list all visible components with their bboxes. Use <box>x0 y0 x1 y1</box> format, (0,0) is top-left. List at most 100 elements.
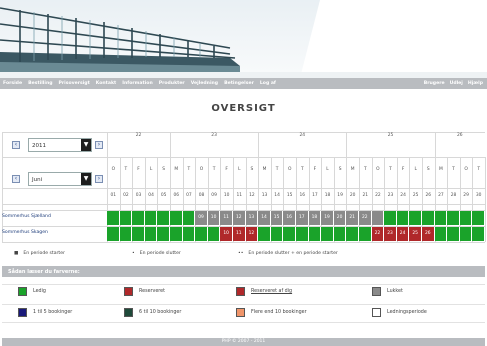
calendar-day-cell[interactable] <box>132 227 145 241</box>
cell-date: 19 <box>324 215 330 220</box>
calendar-day-cell[interactable] <box>371 211 385 225</box>
header-banner <box>0 0 487 78</box>
date-label: 15 <box>286 193 293 198</box>
nav-item[interactable]: Vejledning <box>191 81 218 86</box>
calendar-day-cell[interactable] <box>119 211 133 225</box>
calendar-day-cell[interactable] <box>396 211 410 225</box>
calendar-day-cell[interactable] <box>434 211 448 225</box>
cell-date: 17 <box>299 215 305 220</box>
calendar-day-cell[interactable] <box>270 227 284 241</box>
nav-item[interactable]: Produkter <box>159 81 185 86</box>
calendar-day-cell[interactable] <box>107 211 120 225</box>
key-divider <box>2 304 485 305</box>
calendar-day-cell[interactable]: 22 <box>371 227 385 241</box>
prev-year-button[interactable]: ‹ <box>12 141 20 149</box>
calendar-day-cell[interactable] <box>472 211 485 225</box>
calendar-day-cell[interactable] <box>182 227 196 241</box>
nav-item[interactable]: Hjælp <box>468 81 483 86</box>
date-label: 20 <box>349 193 356 198</box>
calendar-day-cell[interactable]: 25 <box>409 227 422 241</box>
calendar-day-cell[interactable]: 10 <box>220 227 233 241</box>
calendar-day-cell[interactable] <box>144 227 158 241</box>
calendar-day-cell[interactable] <box>359 227 372 241</box>
calendar-day-cell[interactable] <box>283 227 296 241</box>
nav-item[interactable]: Brugere <box>424 81 445 86</box>
week-number: 26 <box>457 133 463 138</box>
calendar-day-cell[interactable] <box>384 211 397 225</box>
calendar-day-cell[interactable]: 13 <box>245 211 259 225</box>
calendar-day-cell[interactable] <box>308 227 322 241</box>
grid-line <box>2 132 3 242</box>
calendar-day-cell[interactable]: 15 <box>270 211 284 225</box>
calendar-day-cell[interactable]: 11 <box>220 211 233 225</box>
calendar-day-cell[interactable]: 26 <box>422 227 435 241</box>
color-key-item: Ledningsperiode <box>372 308 427 317</box>
calendar-day-cell[interactable] <box>333 227 347 241</box>
calendar-day-cell[interactable] <box>447 211 460 225</box>
calendar-day-cell[interactable]: 11 <box>233 227 246 241</box>
calendar-day-cell[interactable] <box>182 211 196 225</box>
date-label: 11 <box>236 193 243 198</box>
prev-month-button[interactable]: ‹ <box>12 175 20 183</box>
calendar-day-cell[interactable]: 16 <box>283 211 296 225</box>
calendar-day-cell[interactable]: 24 <box>396 227 410 241</box>
calendar-day-cell[interactable]: 12 <box>233 211 246 225</box>
next-year-button[interactable]: › <box>95 141 103 149</box>
calendar-day-cell[interactable]: 22 <box>359 211 372 225</box>
calendar-day-cell[interactable]: 18 <box>308 211 322 225</box>
calendar-day-cell[interactable] <box>144 211 158 225</box>
calendar-day-cell[interactable] <box>258 227 271 241</box>
calendar-day-cell[interactable] <box>119 227 133 241</box>
calendar-day-cell[interactable] <box>447 227 460 241</box>
calendar-day-cell[interactable] <box>459 211 473 225</box>
date-label: 21 <box>362 193 369 198</box>
nav-item[interactable]: Udlej <box>450 81 463 86</box>
house-row-label[interactable]: Sommerhus Skagen <box>2 230 48 235</box>
calendar-day-cell[interactable] <box>207 227 221 241</box>
year-select[interactable]: 2011 ▼ <box>28 138 92 152</box>
calendar-day-cell[interactable] <box>195 227 208 241</box>
nav-item[interactable]: Prisoversigt <box>59 81 90 86</box>
calendar-day-cell[interactable]: 09 <box>195 211 208 225</box>
calendar-day-cell[interactable]: 17 <box>296 211 309 225</box>
color-key-label: Lukket <box>387 289 403 294</box>
nav-item[interactable]: Kontakt <box>96 81 116 86</box>
calendar-day-cell[interactable]: 20 <box>333 211 347 225</box>
grid-line <box>2 157 485 158</box>
calendar-day-cell[interactable] <box>459 227 473 241</box>
calendar-day-cell[interactable] <box>409 211 422 225</box>
house-row-label[interactable]: Sommerhus Sjælland <box>2 214 51 219</box>
weekday-label: S <box>426 167 430 172</box>
calendar-day-cell[interactable] <box>157 227 170 241</box>
calendar-day-cell[interactable]: 21 <box>346 211 359 225</box>
next-month-button[interactable]: › <box>95 175 103 183</box>
date-label: 22 <box>375 193 381 198</box>
nav-item[interactable]: Forside <box>3 81 22 86</box>
calendar-day-cell[interactable] <box>170 227 183 241</box>
calendar-day-cell[interactable]: 19 <box>321 211 334 225</box>
weekday-label: T <box>275 167 279 172</box>
calendar-day-cell[interactable]: 12 <box>245 227 259 241</box>
nav-item[interactable]: Log af <box>260 81 276 86</box>
calendar-day-cell[interactable] <box>107 227 120 241</box>
nav-item[interactable]: Information <box>122 81 152 86</box>
calendar-day-cell[interactable] <box>157 211 170 225</box>
calendar-day-cell[interactable] <box>296 227 309 241</box>
calendar-day-cell[interactable] <box>132 211 145 225</box>
month-select[interactable]: Juni ▼ <box>28 172 92 186</box>
calendar-day-cell[interactable] <box>321 227 334 241</box>
calendar-day-cell[interactable]: 14 <box>258 211 271 225</box>
nav-item[interactable]: Betingelser <box>224 81 254 86</box>
period-legend-text: En periode slutter + en periode starter <box>248 251 338 256</box>
nav-item[interactable]: Bestilling <box>28 81 52 86</box>
calendar-day-cell[interactable] <box>422 211 435 225</box>
calendar-day-cell[interactable]: 23 <box>384 227 397 241</box>
calendar-day-cell[interactable] <box>434 227 448 241</box>
calendar-day-cell[interactable]: 10 <box>207 211 221 225</box>
date-label: 28 <box>450 193 457 198</box>
calendar-day-cell[interactable] <box>170 211 183 225</box>
calendar-day-cell[interactable] <box>346 227 359 241</box>
color-key-label: Ledig <box>33 289 46 294</box>
date-label: 27 <box>438 193 444 198</box>
calendar-day-cell[interactable] <box>472 227 485 241</box>
